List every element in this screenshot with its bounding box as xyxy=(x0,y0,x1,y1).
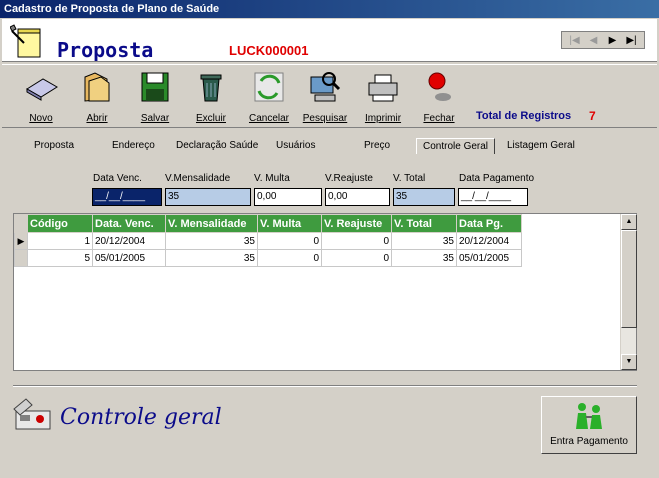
last-record-button[interactable]: ▶| xyxy=(624,35,640,46)
col-multa[interactable]: V. Multa xyxy=(257,214,322,233)
scroll-up-icon[interactable]: ▲ xyxy=(621,214,637,230)
pesquisar-button[interactable]: Pesquisar xyxy=(300,69,350,125)
tab-endereco[interactable]: Endereço xyxy=(112,140,155,151)
table-row[interactable]: ▶ 1 20/12/2004 35 0 0 35 20/12/2004 xyxy=(14,232,522,250)
data-pagamento-field[interactable]: __/__/____ xyxy=(458,188,528,206)
record-navigator: |◀ ◀ ▶ ▶| xyxy=(561,31,645,49)
tab-controle-geral[interactable]: Controle Geral xyxy=(416,138,496,154)
medical-equipment-icon xyxy=(13,398,51,430)
col-total[interactable]: V. Total xyxy=(391,214,457,233)
proposal-code: LUCK000001 xyxy=(229,43,309,58)
separator xyxy=(13,385,637,387)
entra-pagamento-button[interactable]: Entra Pagamento xyxy=(541,396,637,454)
section-title: Controle geral xyxy=(60,405,222,430)
grid-header-row: Código Data. Venc. V. Mensalidade V. Mul… xyxy=(14,214,522,233)
tab-usuarios[interactable]: Usuários xyxy=(276,140,315,151)
col-data-venc[interactable]: Data. Venc. xyxy=(92,214,166,233)
total-records-label: Total de Registros xyxy=(476,110,572,122)
new-document-icon xyxy=(26,78,58,101)
col-codigo[interactable]: Código xyxy=(27,214,93,233)
mensalidade-field[interactable]: 35 xyxy=(165,188,251,206)
grid-scrollbar[interactable]: ▲ ▼ xyxy=(620,214,637,370)
col-mensalidade[interactable]: V. Mensalidade xyxy=(165,214,258,233)
total-records-value: 7 xyxy=(589,109,596,123)
data-venc-label: Data Venc. xyxy=(93,173,142,184)
next-record-button[interactable]: ▶ xyxy=(605,35,621,46)
data-venc-field[interactable]: __/__/____ xyxy=(92,188,162,206)
people-payment-icon xyxy=(576,403,602,429)
trash-can-icon xyxy=(200,74,222,102)
total-label: V. Total xyxy=(393,173,426,184)
novo-button[interactable]: Novo xyxy=(16,69,66,125)
close-red-ball-icon xyxy=(428,72,451,101)
first-record-button[interactable]: |◀ xyxy=(567,35,583,46)
col-reajuste[interactable]: V. Reajuste xyxy=(321,214,392,233)
data-pagamento-label: Data Pagamento xyxy=(459,173,535,184)
cancelar-button[interactable]: Cancelar xyxy=(244,69,294,125)
row-indicator-header xyxy=(14,214,28,233)
mensalidade-label: V.Mensalidade xyxy=(165,173,231,184)
excluir-button[interactable]: Excluir xyxy=(186,69,236,125)
payments-table: Código Data. Venc. V. Mensalidade V. Mul… xyxy=(14,214,522,267)
multa-label: V. Multa xyxy=(254,173,290,184)
multa-field[interactable]: 0,00 xyxy=(254,188,322,206)
total-field[interactable]: 35 xyxy=(393,188,455,206)
reajuste-field[interactable]: 0,00 xyxy=(325,188,390,206)
tab-strip: Proposta Endereço Declaração Saúde Usuár… xyxy=(0,136,659,156)
salvar-button[interactable]: Salvar xyxy=(130,69,180,125)
window-title: Cadastro de Proposta de Plano de Saúde xyxy=(0,0,659,18)
search-computer-icon xyxy=(310,72,341,102)
imprimir-button[interactable]: Imprimir xyxy=(358,69,408,125)
table-row[interactable]: 5 05/01/2005 35 0 0 35 05/01/2005 xyxy=(14,249,522,267)
cancel-refresh-icon xyxy=(254,72,284,102)
tab-declaracao-saude[interactable]: Declaração Saúde xyxy=(176,140,258,151)
reajuste-label: V.Reajuste xyxy=(325,173,373,184)
col-data-pg[interactable]: Data Pg. xyxy=(456,214,522,233)
current-row-indicator-icon: ▶ xyxy=(14,232,28,250)
tab-proposta[interactable]: Proposta xyxy=(34,140,74,151)
payments-grid[interactable]: Código Data. Venc. V. Mensalidade V. Mul… xyxy=(13,213,637,371)
scroll-down-icon[interactable]: ▼ xyxy=(621,354,637,370)
toolbar: Novo Abrir Salvar Excluir Cancelar Pesqu… xyxy=(2,64,657,128)
fechar-button[interactable]: Fechar xyxy=(414,69,464,125)
printer-icon xyxy=(368,74,398,102)
document-pen-icon xyxy=(10,24,41,58)
save-disk-icon xyxy=(141,72,169,102)
prev-record-button[interactable]: ◀ xyxy=(586,35,602,46)
header-panel: Proposta LUCK000001 |◀ ◀ ▶ ▶| xyxy=(2,19,657,62)
scroll-thumb[interactable] xyxy=(621,230,637,328)
page-title: Proposta xyxy=(57,38,154,62)
tab-listagem-geral[interactable]: Listagem Geral xyxy=(507,140,575,151)
row-indicator xyxy=(14,249,28,267)
tab-preco[interactable]: Preço xyxy=(364,140,390,151)
abrir-button[interactable]: Abrir xyxy=(72,69,122,125)
folder-open-icon xyxy=(84,72,110,102)
